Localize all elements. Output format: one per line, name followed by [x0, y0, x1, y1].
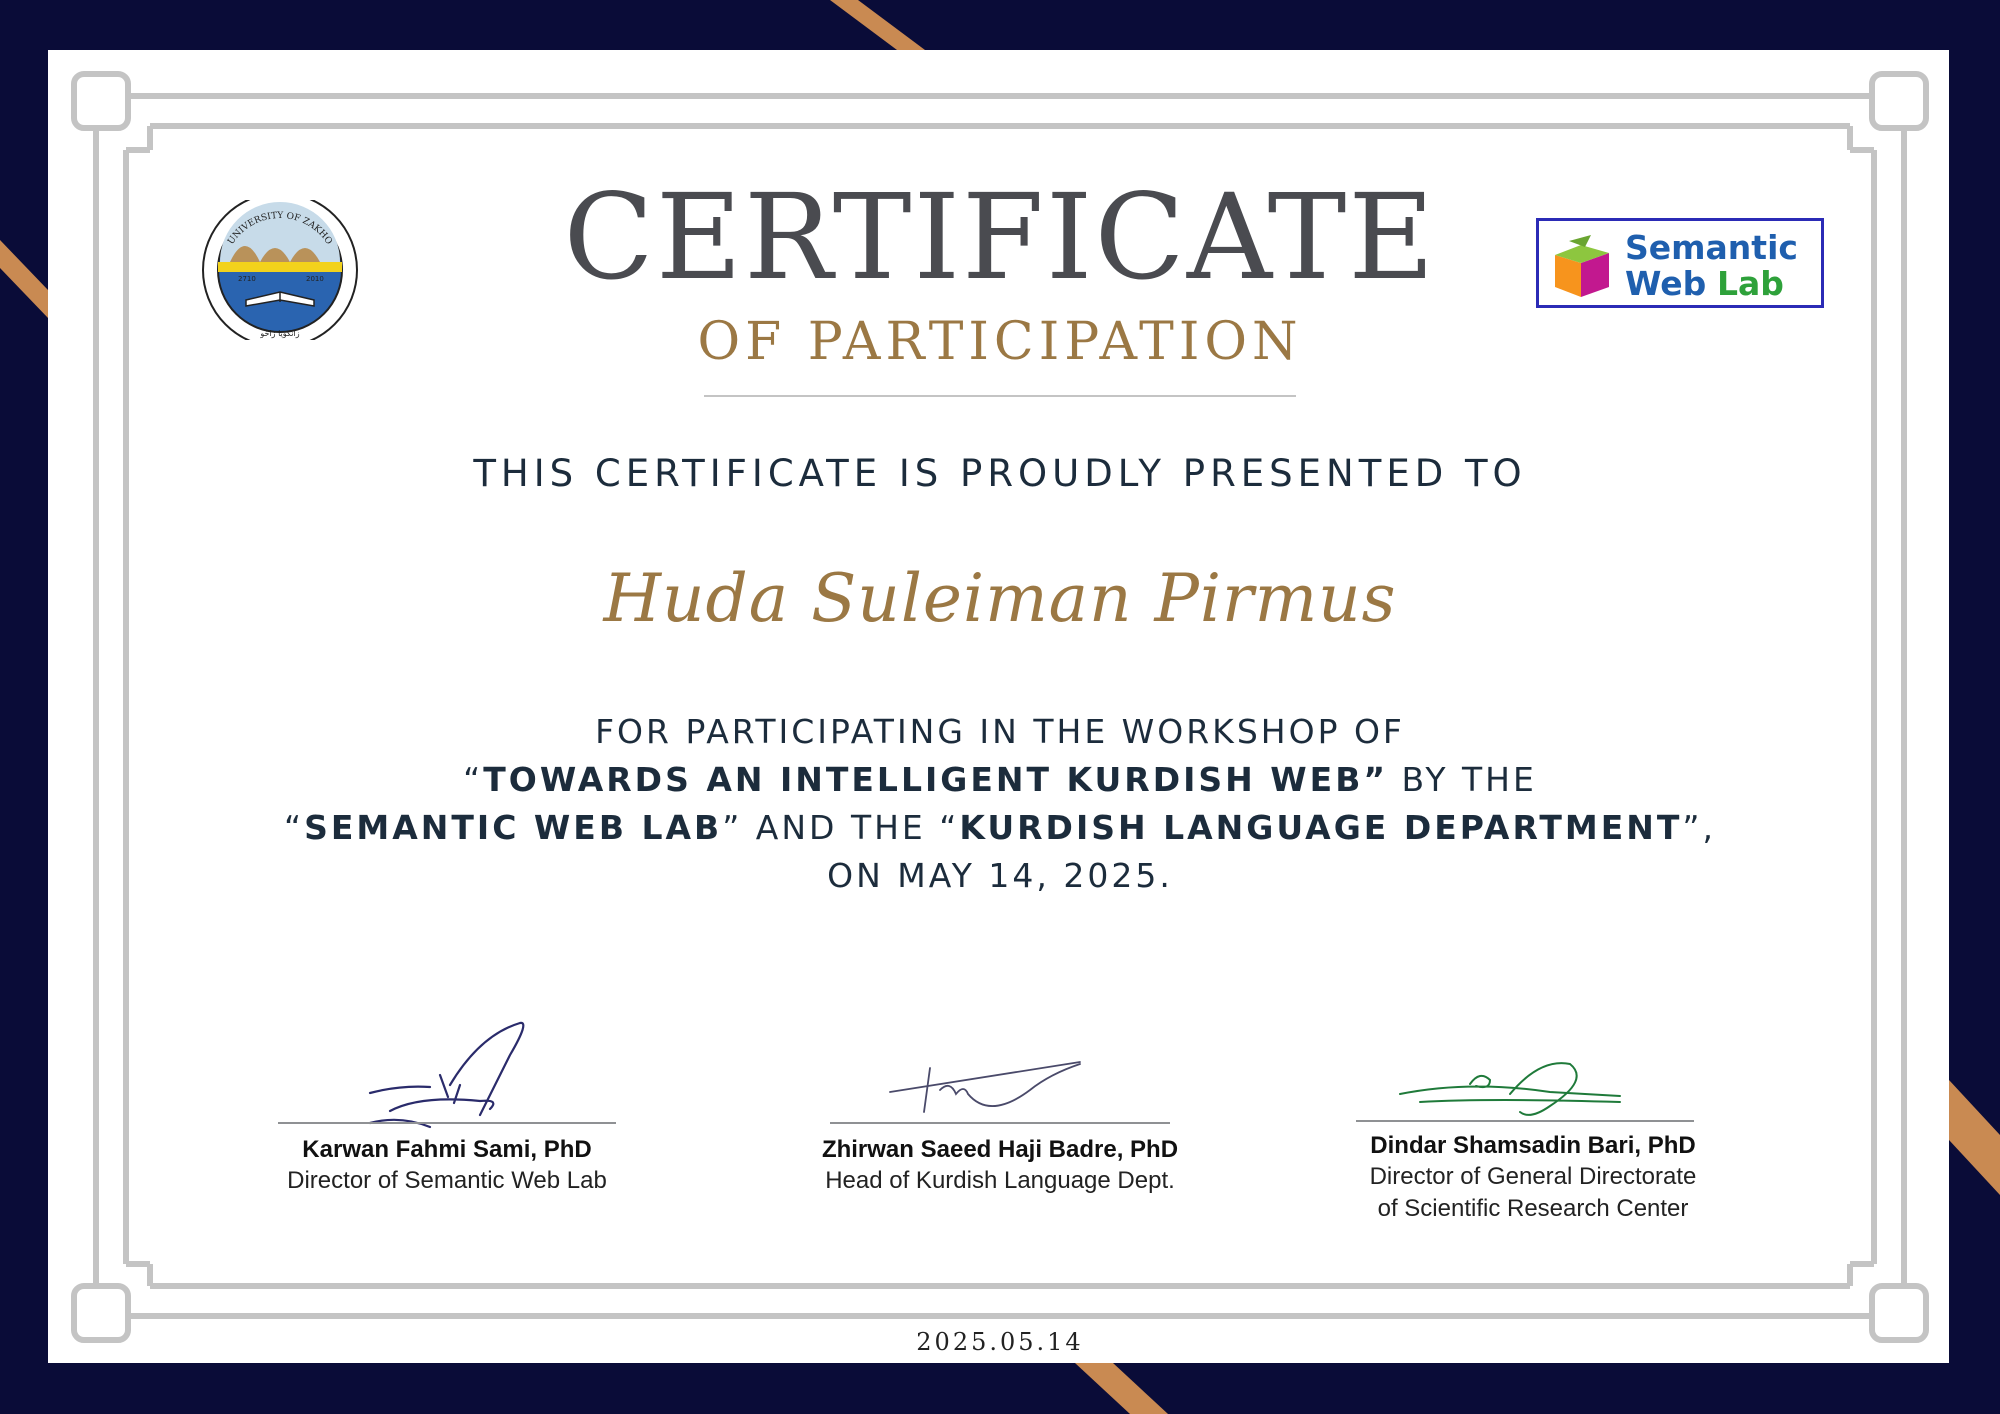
signature-line-3 [1356, 1120, 1694, 1122]
presented-to-text: THIS CERTIFICATE IS PROUDLY PRESENTED TO [473, 452, 1527, 495]
signatory-name: Karwan Fahmi Sami, PhD [302, 1136, 592, 1163]
lab-logo-web: Web [1625, 264, 1707, 303]
signatory-title: Head of Kurdish Language Dept. [825, 1166, 1175, 1194]
seal-right-year: 2010 [306, 275, 324, 283]
body-line-3: “SEMANTIC WEB LAB” AND THE “KURDISH LANG… [150, 804, 1850, 852]
body-quote: “ [283, 808, 305, 847]
signatory-2: Zhirwan Saeed Haji Badre, PhD Head of Ku… [800, 1136, 1200, 1197]
lab-cube-icon [1555, 235, 1609, 297]
title-divider [704, 395, 1296, 397]
organizer-lab: SEMANTIC WEB LAB [304, 808, 723, 847]
seal-left-year: 2710 [238, 275, 256, 283]
workshop-title: TOWARDS AN INTELLIGENT KURDISH WEB” [483, 760, 1389, 799]
signature-line-2 [830, 1122, 1170, 1124]
signatory-title-line-1: Director of General Directorate [1369, 1162, 1697, 1190]
body-quote: “ [463, 760, 484, 799]
body-line-4: ON MAY 14, 2025. [827, 856, 1173, 895]
body-line-1: FOR PARTICIPATING IN THE WORKSHOP OF [595, 712, 1405, 751]
certificate-page: UNIVERSITY OF ZAKHO 2710 2010 زانكويا زا… [0, 0, 2000, 1414]
body-quote-end: ”, [1682, 808, 1716, 847]
signature-dindar [1399, 1062, 1621, 1116]
signatory-title: Director of Semantic Web Lab [287, 1166, 607, 1194]
signature-karwan [368, 1021, 525, 1129]
lab-logo-lab: Lab [1717, 264, 1784, 303]
seal-bottom-text: زانكويا زاخو [259, 329, 299, 338]
university-seal-logo: UNIVERSITY OF ZAKHO 2710 2010 زانكويا زا… [202, 200, 358, 340]
certificate-subtitle: OF PARTICIPATION [697, 312, 1303, 372]
body-and-the: ” AND THE “ [722, 808, 960, 847]
certificate-body: FOR PARTICIPATING IN THE WORKSHOP OF “TO… [150, 708, 1850, 900]
lab-logo-line1: Semantic [1625, 228, 1798, 267]
signatory-1: Karwan Fahmi Sami, PhD Director of Seman… [247, 1136, 647, 1197]
signatory-title-line-2: of Scientific Research Center [1377, 1194, 1689, 1222]
signature-line-1 [278, 1122, 616, 1124]
signature-zhirwan [889, 1061, 1081, 1113]
semantic-web-lab-logo: Semantic Web Lab [1536, 218, 1824, 308]
signatory-name: Dindar Shamsadin Bari, PhD [1370, 1132, 1696, 1159]
certificate-title: CERTIFICATE [563, 168, 1437, 306]
organizer-department: KURDISH LANGUAGE DEPARTMENT [959, 808, 1683, 847]
body-by-the: BY THE [1388, 760, 1537, 799]
issue-date: 2025.05.14 [916, 1328, 1084, 1356]
body-line-2: “TOWARDS AN INTELLIGENT KURDISH WEB” BY … [150, 756, 1850, 804]
signatory-3: Dindar Shamsadin Bari, PhD Director of G… [1333, 1132, 1733, 1225]
recipient-name: Huda Suleiman Pirmus [603, 560, 1397, 637]
signatory-name: Zhirwan Saeed Haji Badre, PhD [821, 1136, 1179, 1163]
